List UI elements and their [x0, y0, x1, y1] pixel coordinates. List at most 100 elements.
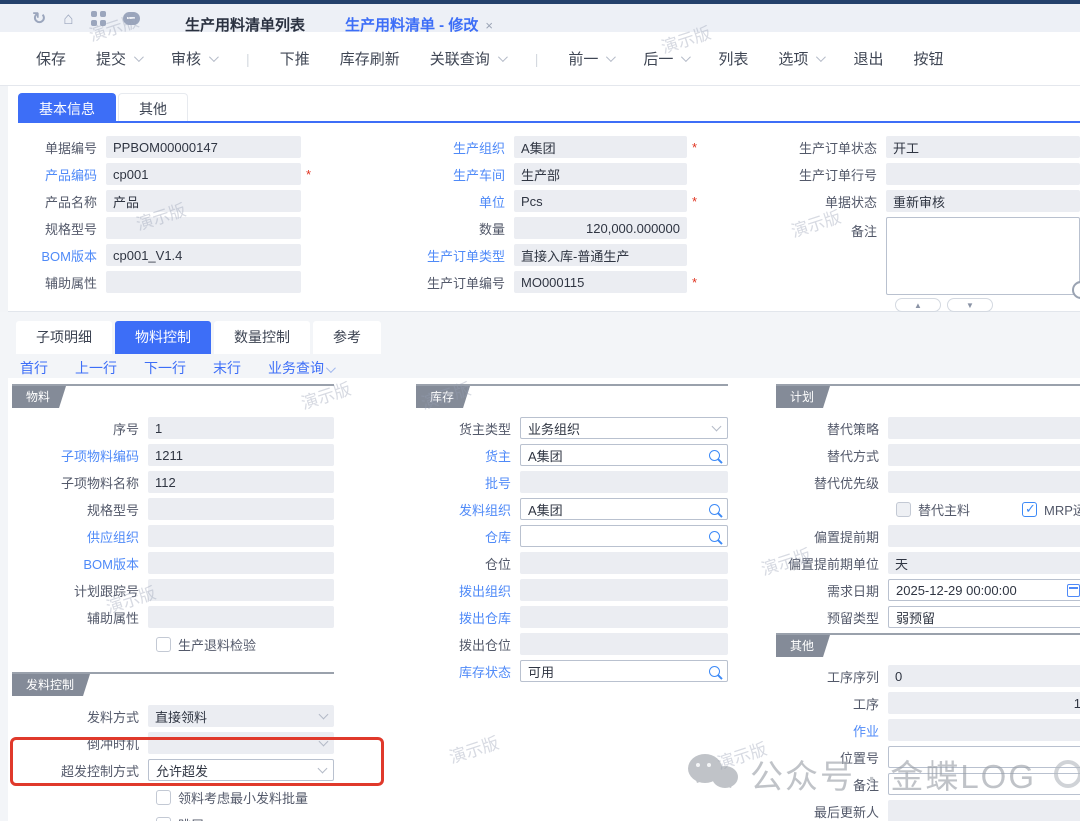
reserve-type-select[interactable]: 弱预留	[888, 606, 1080, 628]
search-icon[interactable]	[709, 531, 720, 542]
submit-button[interactable]: 提交	[96, 48, 141, 69]
sub-strategy-field[interactable]	[888, 417, 1080, 439]
chevron-down-icon[interactable]	[712, 422, 722, 432]
product-code-field[interactable]: cp001	[106, 163, 301, 185]
mo-type-field[interactable]: 直接入库-普通生产	[514, 244, 687, 266]
bom-version-field[interactable]: cp001_V1.4	[106, 244, 301, 266]
sub-mode-field[interactable]	[888, 444, 1080, 466]
mat-aux-attr-field[interactable]	[148, 606, 334, 628]
apps-grid-icon[interactable]	[91, 11, 106, 26]
mo-line-no-field[interactable]	[886, 163, 1080, 185]
message-icon[interactable]	[123, 12, 140, 25]
custom-button[interactable]: 按钮	[913, 48, 943, 69]
sync-icon[interactable]: ↻	[32, 10, 46, 27]
demand-date-input[interactable]: 2025-12-29 00:00:00	[888, 579, 1080, 601]
product-name-field[interactable]: 产品	[106, 190, 301, 212]
remark-textarea[interactable]	[886, 217, 1080, 295]
skip-level-checkbox[interactable]	[156, 817, 171, 821]
qty-field[interactable]: 120,000.000000	[514, 217, 687, 239]
mat-bom-version-label[interactable]: BOM版本	[12, 554, 148, 573]
workshop-field[interactable]: 生产部	[514, 163, 687, 185]
chevron-down-icon[interactable]	[209, 52, 219, 62]
seq-field[interactable]: 1	[148, 417, 334, 439]
unit-label[interactable]: 单位	[404, 192, 514, 211]
chevron-down-icon[interactable]	[319, 710, 329, 720]
warehouse-label[interactable]: 仓库	[416, 527, 520, 546]
warehouse-lookup[interactable]	[520, 525, 728, 547]
mrp-checkbox[interactable]	[1022, 502, 1037, 517]
biz-query-link[interactable]: 业务查询	[268, 358, 333, 378]
activity-field[interactable]	[888, 719, 1080, 741]
plan-track-field[interactable]	[148, 579, 334, 601]
push-down-button[interactable]: 下推	[280, 48, 310, 69]
offset-lead-field[interactable]	[888, 525, 1080, 547]
doc-no-field[interactable]: PPBOM00000147	[106, 136, 301, 158]
transfer-loc-field[interactable]	[520, 633, 728, 655]
op-seq-field[interactable]: 0	[888, 665, 1080, 687]
transfer-wh-label[interactable]: 拨出仓库	[416, 608, 520, 627]
workshop-label[interactable]: 生产车间	[404, 165, 514, 184]
tab-qty-control[interactable]: 数量控制	[214, 321, 310, 354]
issue-mode-select[interactable]: 直接领料	[148, 705, 334, 727]
collapse-up-button[interactable]: ▲	[895, 298, 941, 312]
location-field[interactable]	[520, 552, 728, 574]
activity-label[interactable]: 作业	[776, 721, 888, 740]
stock-status-lookup[interactable]: 可用	[520, 660, 728, 682]
transfer-wh-field[interactable]	[520, 606, 728, 628]
over-issue-select[interactable]: 允许超发	[148, 759, 334, 781]
next-button[interactable]: 后一	[643, 48, 688, 69]
unit-field[interactable]: Pcs	[514, 190, 687, 212]
chevron-down-icon[interactable]	[816, 52, 826, 62]
lot-field[interactable]	[520, 471, 728, 493]
issue-org-label[interactable]: 发料组织	[416, 500, 520, 519]
mo-type-label[interactable]: 生产订单类型	[404, 246, 514, 265]
offset-unit-field[interactable]: 天	[888, 552, 1080, 574]
chevron-down-icon[interactable]	[681, 52, 691, 62]
audit-button[interactable]: 审核	[171, 48, 216, 69]
owner-label[interactable]: 货主	[416, 446, 520, 465]
transfer-org-field[interactable]	[520, 579, 728, 601]
chevron-down-icon[interactable]	[319, 737, 329, 747]
prod-org-label[interactable]: 生产组织	[404, 138, 514, 157]
tab-material-control[interactable]: 物料控制	[115, 321, 211, 354]
aux-attr-field[interactable]	[106, 271, 301, 293]
mat-bom-version-field[interactable]	[148, 552, 334, 574]
close-icon[interactable]: ×	[485, 18, 493, 33]
prev-row-link[interactable]: 上一行	[75, 358, 117, 378]
tab-other[interactable]: 其他	[118, 93, 188, 121]
operation-field[interactable]: 1	[888, 692, 1080, 714]
sub-main-checkbox[interactable]	[896, 502, 911, 517]
calendar-icon[interactable]	[1067, 584, 1080, 597]
product-code-label[interactable]: 产品编码	[14, 165, 106, 184]
position-no-input[interactable]	[888, 746, 1080, 768]
prod-org-field[interactable]: A集团	[514, 136, 687, 158]
backflush-time-select[interactable]	[148, 732, 334, 754]
tab-reference[interactable]: 参考	[313, 321, 381, 354]
sub-code-label[interactable]: 子项物料编码	[12, 446, 148, 465]
chevron-down-icon[interactable]	[318, 764, 328, 774]
last-updater-field[interactable]	[888, 800, 1080, 821]
next-row-link[interactable]: 下一行	[144, 358, 186, 378]
list-button[interactable]: 列表	[718, 48, 748, 69]
search-icon[interactable]	[709, 450, 720, 461]
last-row-link[interactable]: 末行	[213, 358, 241, 378]
min-batch-checkbox[interactable]	[156, 790, 171, 805]
owner-lookup[interactable]: A集团	[520, 444, 728, 466]
prev-button[interactable]: 前一	[568, 48, 613, 69]
collapse-down-button[interactable]: ▼	[947, 298, 993, 312]
related-query-button[interactable]: 关联查询	[430, 48, 505, 69]
mat-spec-field[interactable]	[148, 498, 334, 520]
return-check-checkbox[interactable]	[156, 637, 171, 652]
issue-org-lookup[interactable]: A集团	[520, 498, 728, 520]
mo-no-field[interactable]: MO000115	[514, 271, 687, 293]
spec-field[interactable]	[106, 217, 301, 239]
stock-status-label[interactable]: 库存状态	[416, 662, 520, 681]
search-icon[interactable]	[709, 666, 720, 677]
chevron-down-icon[interactable]	[326, 363, 336, 373]
tab-sub-detail[interactable]: 子项明细	[16, 321, 112, 354]
first-row-link[interactable]: 首行	[20, 358, 48, 378]
sub-priority-field[interactable]	[888, 471, 1080, 493]
sub-name-field[interactable]: 112	[148, 471, 334, 493]
exit-button[interactable]: 退出	[853, 48, 883, 69]
mo-status-field[interactable]: 开工	[886, 136, 1080, 158]
